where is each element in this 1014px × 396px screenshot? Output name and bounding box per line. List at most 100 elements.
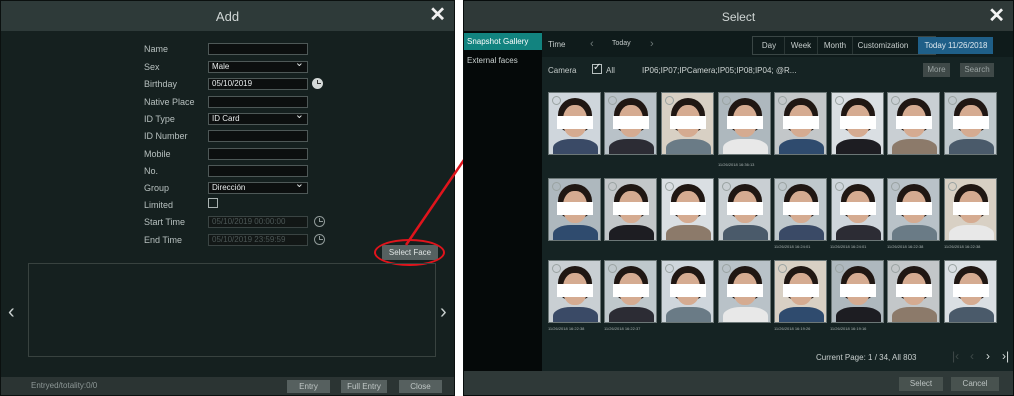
radio-button-icon[interactable] (948, 264, 957, 273)
radio-button-icon[interactable] (722, 96, 731, 105)
cancel-button[interactable]: Cancel (951, 377, 999, 391)
radio-button-icon[interactable] (835, 182, 844, 191)
clock-icon[interactable] (314, 234, 325, 245)
snapshot-thumbnail[interactable] (661, 260, 714, 323)
snapshot-thumbnail[interactable] (774, 178, 827, 241)
radio-button-icon[interactable] (948, 182, 957, 191)
snapshot-thumbnail[interactable] (944, 178, 997, 241)
radio-button-icon[interactable] (608, 182, 617, 191)
radio-button-icon[interactable] (608, 96, 617, 105)
close-button[interactable]: Close (399, 380, 442, 393)
birthday-field[interactable]: 05/10/2019 (208, 78, 308, 90)
snapshot-thumbnail[interactable] (661, 92, 714, 155)
chevron-left-icon[interactable]: ‹ (8, 301, 15, 324)
chevron-right-icon[interactable]: › (440, 301, 447, 324)
range-customization-button[interactable]: Customization (852, 37, 913, 54)
face-shoulders (666, 225, 711, 240)
limited-checkbox[interactable] (208, 198, 218, 208)
sex-select[interactable]: Male (208, 58, 308, 73)
snapshot-thumbnail[interactable] (831, 178, 884, 241)
snapshot-thumbnail[interactable] (718, 260, 771, 323)
snapshot-thumbnail[interactable] (944, 92, 997, 155)
range-today-button[interactable]: Today 11/26/2018 (918, 37, 993, 54)
radio-button-icon[interactable] (552, 96, 561, 105)
radio-button-icon[interactable] (778, 264, 787, 273)
radio-button-icon[interactable] (891, 96, 900, 105)
snapshot-thumbnail[interactable] (774, 92, 827, 155)
search-button[interactable]: Search (960, 63, 994, 77)
sidebar-item-external-faces[interactable]: External faces (464, 52, 542, 69)
face-shoulders (723, 225, 768, 240)
radio-button-icon[interactable] (722, 182, 731, 191)
snapshot-thumbnail[interactable] (887, 178, 940, 241)
radio-button-icon[interactable] (722, 264, 731, 273)
entry-button[interactable]: Entry (287, 380, 330, 393)
chevron-left-icon[interactable]: ‹ (590, 38, 594, 50)
end-time-field[interactable]: 05/10/2019 23:59:59 (208, 234, 308, 246)
radio-button-icon[interactable] (665, 264, 674, 273)
snapshot-thumbnail[interactable] (604, 260, 657, 323)
mobile-field[interactable] (208, 148, 308, 160)
chevron-last-icon[interactable]: ›| (1002, 349, 1009, 363)
radio-button-icon[interactable] (891, 182, 900, 191)
snapshot-thumbnail[interactable] (831, 92, 884, 155)
face-shoulders (609, 225, 654, 240)
chevron-first-icon[interactable]: |‹ (952, 349, 959, 363)
privacy-mask (840, 284, 876, 297)
name-field[interactable] (208, 43, 308, 55)
clock-icon[interactable] (312, 78, 323, 89)
snapshot-thumbnail[interactable] (887, 92, 940, 155)
radio-button-icon[interactable] (665, 96, 674, 105)
range-month-button[interactable]: Month (817, 37, 852, 54)
today-label[interactable]: Today (612, 40, 631, 47)
face-shoulders (723, 307, 768, 322)
snapshot-thumbnail[interactable] (604, 92, 657, 155)
snapshot-thumbnail[interactable] (661, 178, 714, 241)
native-place-field[interactable] (208, 96, 308, 108)
snapshot-thumbnail[interactable] (944, 260, 997, 323)
full-entry-button[interactable]: Full Entry (341, 380, 387, 393)
snapshot-thumbnail[interactable] (548, 178, 601, 241)
clock-icon[interactable] (314, 216, 325, 227)
range-week-button[interactable]: Week (784, 37, 817, 54)
snapshot-thumbnail[interactable] (774, 260, 827, 323)
range-day-button[interactable]: Day (754, 37, 784, 54)
radio-button-icon[interactable] (778, 182, 787, 191)
close-icon[interactable]: ✕ (988, 5, 1005, 27)
select-button[interactable]: Select (899, 377, 943, 391)
snapshot-thumbnail[interactable] (718, 178, 771, 241)
radio-button-icon[interactable] (835, 264, 844, 273)
radio-button-icon[interactable] (778, 96, 787, 105)
group-select[interactable]: Dirección (208, 179, 308, 194)
radio-button-icon[interactable] (891, 264, 900, 273)
more-button[interactable]: More (923, 63, 950, 77)
snapshot-thumbnail[interactable] (887, 260, 940, 323)
all-cameras-checkbox[interactable] (592, 62, 602, 74)
id-number-field[interactable] (208, 130, 308, 142)
snapshot-thumbnail[interactable] (548, 260, 601, 323)
face-shoulders (666, 139, 711, 154)
snapshot-thumbnail[interactable] (604, 178, 657, 241)
face-shoulders (892, 307, 937, 322)
radio-button-icon[interactable] (552, 264, 561, 273)
radio-button-icon[interactable] (608, 264, 617, 273)
snapshot-thumbnail[interactable] (548, 92, 601, 155)
chevron-right-icon[interactable]: › (986, 349, 990, 363)
snapshot-thumbnail[interactable] (831, 260, 884, 323)
radio-button-icon[interactable] (665, 182, 674, 191)
birthday-label: Birthday (144, 79, 178, 89)
start-time-field[interactable]: 05/10/2019 00:00:00 (208, 216, 308, 228)
radio-button-icon[interactable] (948, 96, 957, 105)
radio-button-icon[interactable] (552, 182, 561, 191)
no-field[interactable] (208, 165, 308, 177)
face-shoulders (779, 139, 824, 154)
entry-status: Entryed/totality:0/0 (31, 381, 98, 390)
radio-button-icon[interactable] (835, 96, 844, 105)
snapshot-thumbnail[interactable] (718, 92, 771, 155)
chevron-left-icon[interactable]: ‹ (970, 349, 974, 363)
id-type-select[interactable]: ID Card (208, 110, 308, 125)
privacy-mask (727, 116, 763, 129)
sidebar-item-snapshot-gallery[interactable]: Snapshot Gallery (464, 33, 542, 50)
close-icon[interactable]: ✕ (429, 4, 446, 26)
chevron-right-icon[interactable]: › (650, 38, 654, 50)
